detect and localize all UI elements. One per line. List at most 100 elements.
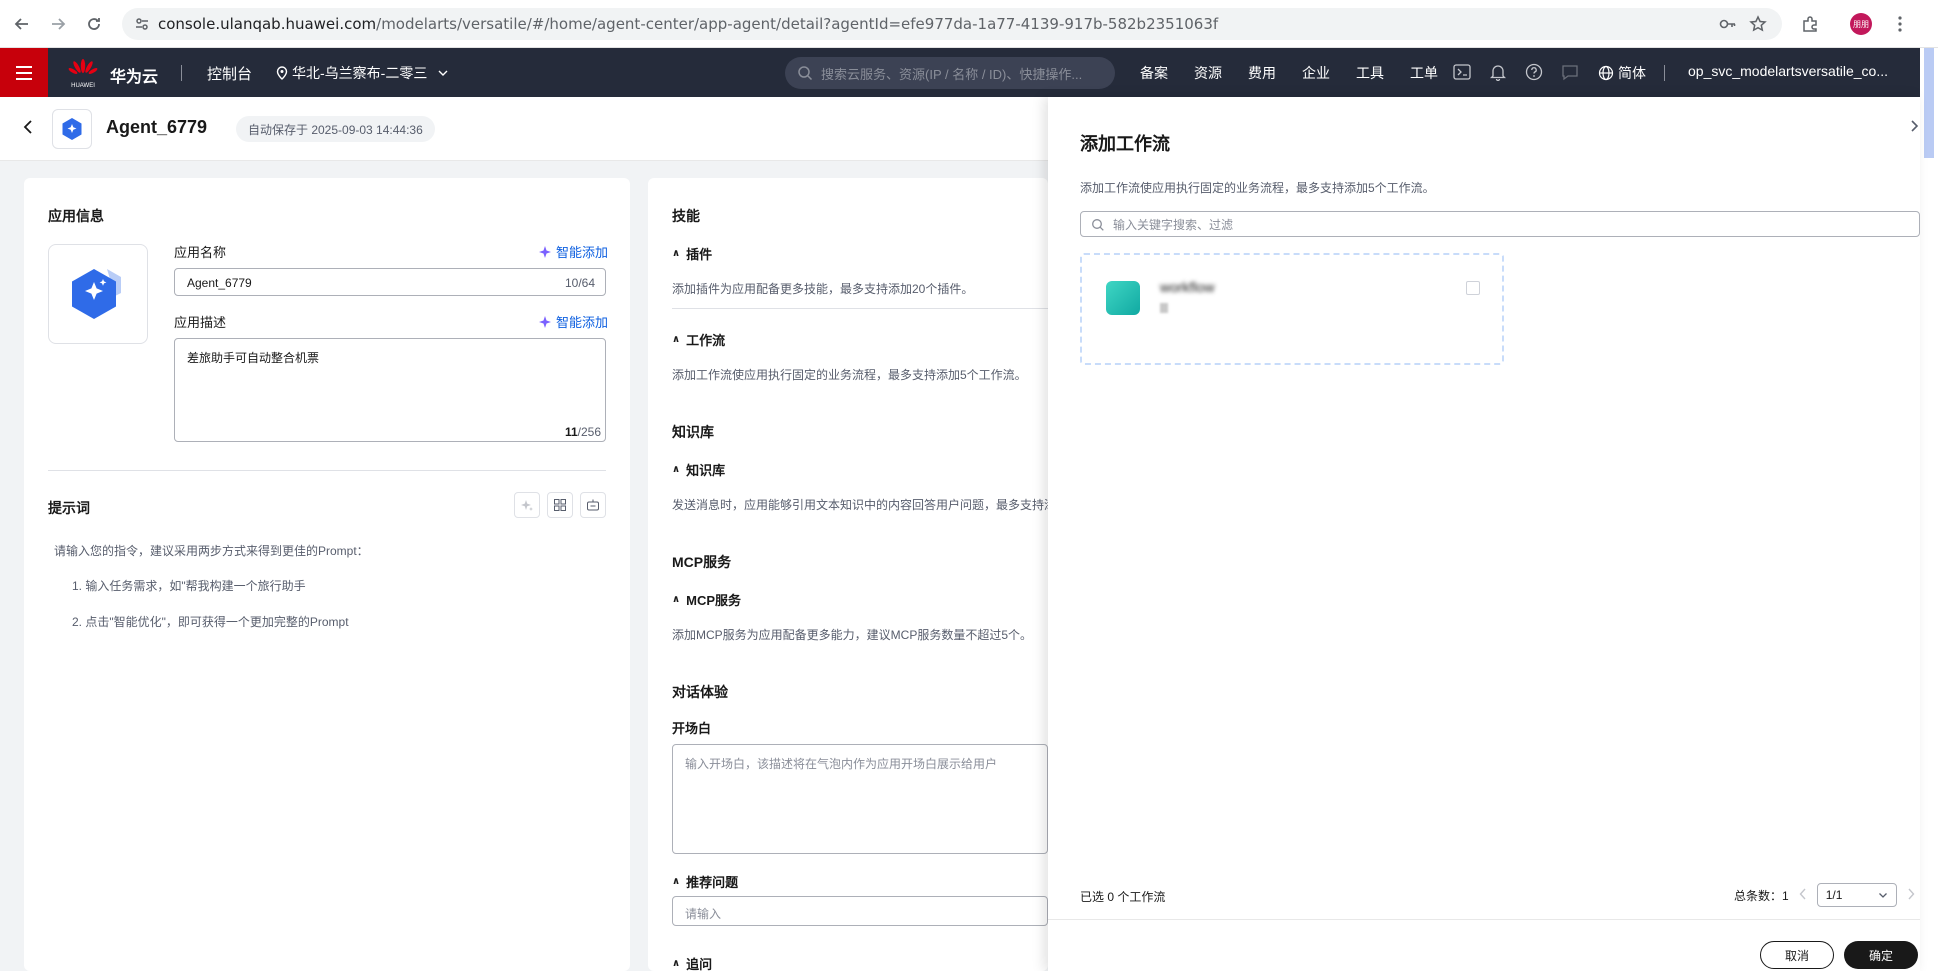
address-bar[interactable]: console.ulanqab.huawei.com/modelarts/ver… <box>122 8 1782 40</box>
prev-page-icon[interactable] <box>1799 888 1807 903</box>
skills-title: 技能 <box>672 208 700 224</box>
chevron-up-icon: ∧ <box>672 464 681 475</box>
selected-count: 已选 0 个工作流 <box>1080 890 1166 904</box>
ai-optimize-button[interactable] <box>514 492 540 518</box>
header-link-enterprise[interactable]: 企业 <box>1302 63 1330 83</box>
dialog-section-title: 对话体验 <box>672 684 728 700</box>
language-label: 简体 <box>1618 65 1646 81</box>
prompt-library-button[interactable] <box>580 492 606 518</box>
workflow-desc: 添加工作流使应用执行固定的业务流程，最多支持添加5个工作流。 <box>672 368 1027 382</box>
header-divider-right <box>1664 65 1665 81</box>
header-link-ticket[interactable]: 工单 <box>1410 63 1438 83</box>
chevron-left-icon <box>23 120 32 134</box>
sparkle-icon <box>521 500 533 511</box>
back-arrow-icon[interactable] <box>8 10 36 38</box>
divider <box>672 308 1048 309</box>
browser-menu-icon[interactable] <box>1886 10 1914 38</box>
reload-icon[interactable] <box>80 10 108 38</box>
user-account[interactable]: op_svc_modelartsversatile_co... <box>1688 63 1888 79</box>
sparkle-icon <box>539 245 551 258</box>
drawer-desc: 添加工作流使应用执行固定的业务流程，最多支持添加5个工作流。 <box>1080 181 1435 195</box>
site-info-icon[interactable] <box>134 16 150 32</box>
global-search-input[interactable]: 搜索云服务、资源(IP / 名称 / ID)、快捷操作... <box>785 57 1115 89</box>
total-value: 1 <box>1782 888 1789 903</box>
followup-section-toggle[interactable]: ∧ 追问 <box>672 954 712 971</box>
ai-add-desc-button[interactable]: 智能添加 <box>538 312 608 331</box>
hamburger-menu-button[interactable] <box>0 48 48 97</box>
next-page-icon[interactable] <box>1907 888 1915 903</box>
header-link-cost[interactable]: 费用 <box>1248 63 1276 83</box>
template-grid-button[interactable] <box>547 492 573 518</box>
cancel-button[interactable]: 取消 <box>1760 941 1834 969</box>
app-desc-counter: 11/256 <box>565 425 601 439</box>
page-select[interactable]: 1/1 <box>1816 883 1897 907</box>
workflow-search-input[interactable]: 输入关键字搜索、过滤 <box>1080 211 1920 237</box>
ai-add-name-button[interactable]: 智能添加 <box>538 242 608 261</box>
section-divider <box>48 470 606 471</box>
header-divider <box>181 65 182 81</box>
header-link-beian[interactable]: 备案 <box>1140 63 1168 83</box>
app-desc-textarea[interactable]: 差旅助手可自动整合机票 11/256 <box>174 338 606 442</box>
opening-textarea[interactable]: 输入开场白，该描述将在气泡内作为应用开场白展示给用户 <box>672 744 1048 854</box>
bell-icon[interactable] <box>1488 62 1508 82</box>
extensions-icon[interactable] <box>1796 10 1824 38</box>
header-link-tools[interactable]: 工具 <box>1356 63 1384 83</box>
workflow-search-placeholder: 输入关键字搜索、过滤 <box>1113 217 1234 232</box>
total-label: 总条数： <box>1734 888 1783 903</box>
ai-add-label: 智能添加 <box>556 315 609 330</box>
sparkle-icon <box>539 315 551 328</box>
chevron-up-icon: ∧ <box>672 876 681 887</box>
app-name-counter: 10/64 <box>564 276 595 290</box>
drawer-close-button[interactable] <box>1910 119 1920 138</box>
language-selector[interactable]: 简体 <box>1598 63 1646 83</box>
logo-wordmark: HUAWEI <box>71 83 95 89</box>
workflow-checkbox[interactable] <box>1466 281 1480 295</box>
password-key-icon[interactable] <box>1714 10 1742 38</box>
grid-icon <box>554 499 566 511</box>
workflow-card[interactable]: workflow <box>1080 253 1504 365</box>
search-icon <box>1092 219 1104 231</box>
forward-arrow-icon[interactable] <box>44 10 72 38</box>
recommend-input[interactable]: 请输入 <box>672 896 1048 926</box>
location-pin-icon <box>276 66 288 80</box>
desc-count-max: /256 <box>577 425 601 439</box>
huawei-logo[interactable]: HUAWEI <box>66 56 100 90</box>
drawer-title: 添加工作流 <box>1080 134 1170 154</box>
chevron-up-icon: ∧ <box>672 248 681 259</box>
chevron-up-icon: ∧ <box>672 958 681 969</box>
help-icon[interactable] <box>1524 62 1544 82</box>
profile-avatar[interactable]: 朋朋 <box>1850 13 1872 35</box>
chevron-right-icon <box>1911 120 1919 132</box>
knowledge-section-toggle[interactable]: ∧ 知识库 <box>672 460 725 479</box>
workflow-section-toggle[interactable]: ∧ 工作流 <box>672 330 725 349</box>
region-selector[interactable]: 华北-乌兰察布-二零三 <box>276 63 449 83</box>
header-link-resource[interactable]: 资源 <box>1194 63 1222 83</box>
app-desc-value: 差旅助手可自动整合机票 <box>187 351 320 365</box>
bookmark-star-icon[interactable] <box>1744 10 1772 38</box>
mcp-desc: 添加MCP服务为应用配备更多能力，建议MCP服务数量不超过5个。 <box>672 628 1033 642</box>
mcp-section-title: MCP服务 <box>672 554 732 570</box>
plugin-section-toggle[interactable]: ∧ 插件 <box>672 244 712 263</box>
app-icon-upload[interactable] <box>48 244 148 344</box>
mcp-section-toggle[interactable]: ∧ MCP服务 <box>672 590 741 609</box>
autosave-badge: 自动保存于 2025-09-03 14:44:36 <box>236 116 435 142</box>
skills-card: 技能 ∧ 插件 添加插件为应用配备更多技能，最多支持添加20个插件。 ∧ 工作流 添… <box>648 178 1056 971</box>
terminal-icon[interactable] <box>1452 62 1472 82</box>
brand-name[interactable]: 华为云 <box>110 63 158 87</box>
agent-avatar <box>52 109 92 149</box>
workflow-icon <box>1106 281 1140 315</box>
back-button[interactable] <box>22 119 34 140</box>
chevron-down-icon <box>438 70 448 76</box>
workflow-title: 工作流 <box>686 333 726 348</box>
browser-toolbar: console.ulanqab.huawei.com/modelarts/ver… <box>0 0 1938 48</box>
page-scrollbar[interactable] <box>1920 48 1938 971</box>
search-placeholder: 搜索云服务、资源(IP / 名称 / ID)、快捷操作... <box>821 66 1083 82</box>
recommend-section-toggle[interactable]: ∧ 推荐问题 <box>672 872 738 891</box>
app-name-input[interactable]: Agent_6779 10/64 <box>174 268 606 296</box>
feedback-icon[interactable] <box>1560 62 1580 82</box>
console-link[interactable]: 控制台 <box>207 63 252 84</box>
workflow-meta <box>1160 303 1168 313</box>
console-header: HUAWEI 华为云 控制台 华北-乌兰察布-二零三 搜索云服务、资源(IP /… <box>0 48 1920 97</box>
prompt-hint-2: 1. 输入任务需求，如"帮我构建一个旅行助手 <box>72 579 306 593</box>
confirm-button[interactable]: 确定 <box>1844 941 1918 969</box>
